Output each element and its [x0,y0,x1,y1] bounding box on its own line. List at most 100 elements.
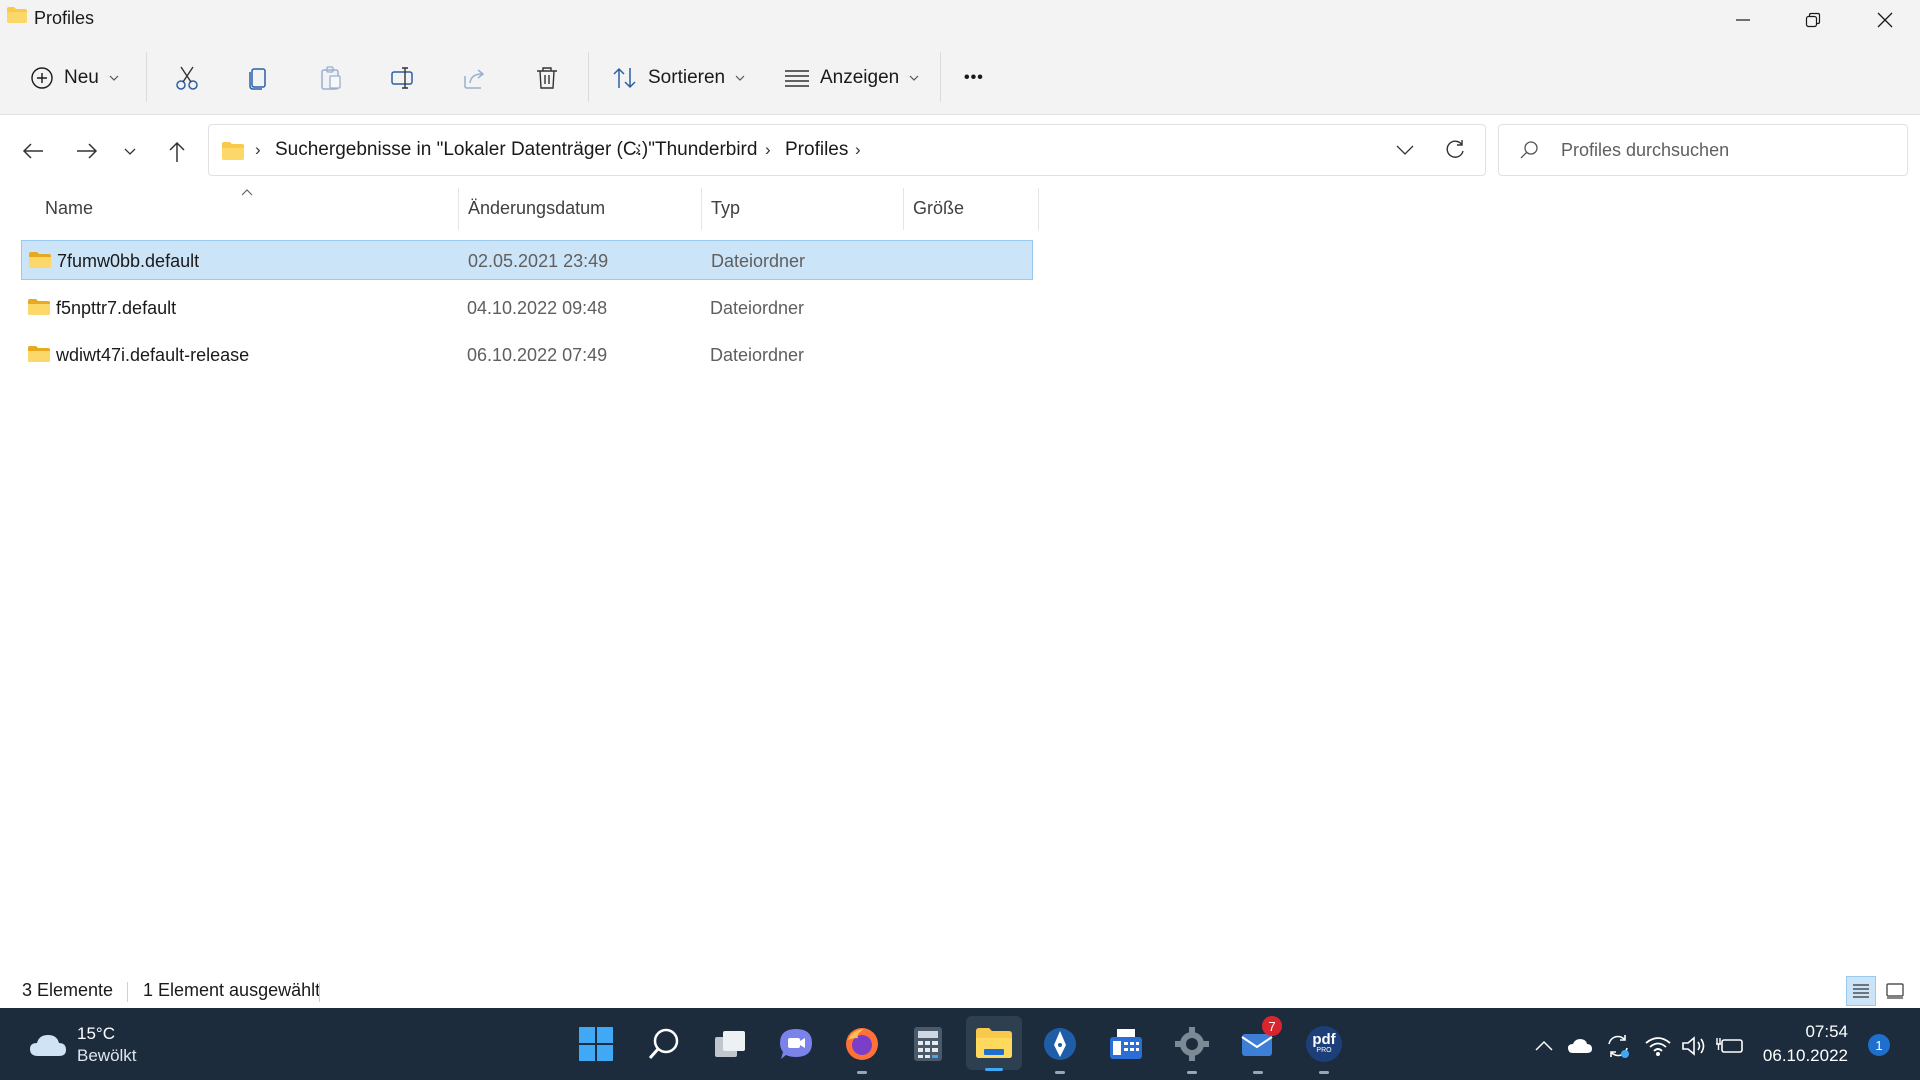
status-bar: 3 Elemente 1 Element ausgewählt [0,976,1920,1006]
pen-app-button[interactable] [1036,1020,1084,1074]
restore-button[interactable] [1778,0,1848,40]
column-divider[interactable] [903,188,904,230]
weather-widget[interactable]: 15°C Bewölkt [24,1022,154,1068]
fax-icon [1110,1029,1142,1059]
breadcrumb-item-search-results[interactable]: Suchergebnisse in "Lokaler Datenträger (… [275,125,655,175]
file-explorer-button[interactable] [966,1016,1022,1071]
file-row[interactable]: wdiwt47i.default-release 06.10.2022 07:4… [21,335,1033,375]
paste-button[interactable] [318,58,344,98]
mail-button[interactable]: 7 [1234,1016,1282,1074]
file-type: Dateiordner [710,297,805,318]
file-row[interactable]: f5npttr7.default 04.10.2022 09:48 Dateio… [21,288,1033,328]
file-row[interactable]: 7fumw0bb.default 02.05.2021 23:49 Dateio… [21,240,1033,280]
toolbar-divider [588,52,589,102]
weather-temperature: 15°C [77,1024,115,1043]
column-header-name[interactable]: Name [45,186,455,230]
clock[interactable]: 07:54 06.10.2022 [1760,1022,1848,1068]
firefox-button[interactable] [838,1020,886,1074]
new-button[interactable]: Neu [30,58,119,98]
column-divider[interactable] [1038,188,1039,230]
windows-icon [579,1027,613,1061]
more-options-button[interactable]: ••• [964,58,984,98]
sort-button[interactable]: Sortieren [612,58,745,98]
breadcrumb-item-profiles[interactable]: Profiles [785,125,848,175]
settings-button[interactable] [1168,1020,1216,1074]
recent-locations-button[interactable] [120,140,140,162]
calculator-icon [914,1027,942,1061]
preview-view-button[interactable] [1880,976,1910,1006]
pdf-pro-button[interactable]: pdf PRO [1300,1020,1348,1074]
rename-button[interactable] [390,58,416,98]
delete-button[interactable] [534,58,560,98]
taskbar-search-button[interactable] [640,1020,688,1068]
search-icon [1520,141,1538,159]
onedrive-tray-icon[interactable] [1566,1032,1594,1060]
battery-tray-icon[interactable] [1716,1032,1744,1060]
notification-badge[interactable]: 1 [1868,1034,1890,1056]
preview-view-icon [1886,983,1904,999]
show-hidden-icons-button[interactable] [1530,1032,1558,1060]
list-view-icon [785,70,809,87]
toolbar-divider [146,52,147,102]
trash-icon [537,67,557,89]
clipboard-icon [321,66,341,90]
details-view-icon [1853,984,1869,998]
battery-charging-icon [1716,1038,1743,1053]
folder-icon [28,299,50,315]
up-button[interactable] [162,137,192,167]
file-explorer-icon [976,1028,1012,1058]
calculator-button[interactable] [904,1020,952,1068]
minimize-button[interactable] [1708,0,1778,40]
view-button-label: Anzeigen [820,67,900,88]
task-view-button[interactable] [706,1020,754,1068]
wifi-tray-icon[interactable] [1644,1032,1672,1060]
fax-app-button[interactable] [1102,1020,1150,1068]
breadcrumb-separator: › [855,140,861,159]
breadcrumb-item-thunderbird[interactable]: Thunderbird [655,125,757,175]
mail-badge: 7 [1262,1016,1282,1036]
folder-icon [222,142,244,160]
close-button[interactable] [1850,0,1920,40]
selection-count: 1 Element ausgewählt [143,980,321,1000]
column-header-size[interactable]: Größe [913,186,1033,230]
search-placeholder: Profiles durchsuchen [1561,139,1730,160]
column-header-type[interactable]: Typ [711,186,901,230]
toolbar-divider [940,52,941,102]
file-date: 02.05.2021 23:49 [468,250,609,271]
refresh-icon [1446,140,1464,158]
back-button[interactable] [18,137,48,165]
item-count: 3 Elemente [22,980,114,1000]
status-divider [127,982,128,1002]
address-dropdown-button[interactable] [1391,137,1419,163]
chevron-down-icon [109,75,119,81]
search-box[interactable]: Profiles durchsuchen [1498,124,1908,176]
plus-circle-icon [31,67,53,89]
address-bar[interactable]: › Suchergebnisse in "Lokaler Datenträger… [208,124,1486,176]
command-bar: Neu Sortieren Anzeigen ••• [0,40,1920,115]
file-type: Dateiordner [710,344,805,365]
share-icon [464,69,485,89]
column-header-type-label: Typ [711,197,741,218]
pdf-pro-icon: pdf PRO [1306,1026,1342,1062]
start-button[interactable] [572,1020,620,1068]
share-button[interactable] [462,58,488,98]
refresh-button[interactable] [1441,137,1469,163]
folder-icon [7,7,27,23]
firefox-icon [846,1028,878,1060]
copy-button[interactable] [246,58,272,98]
chat-icon [780,1029,812,1059]
column-divider[interactable] [458,188,459,230]
clock-time: 07:54 [1805,1022,1848,1041]
cut-button[interactable] [174,58,200,98]
column-divider[interactable] [701,188,702,230]
wifi-icon [1645,1037,1671,1056]
sync-tray-icon[interactable] [1604,1032,1632,1060]
column-header-date[interactable]: Änderungsdatum [468,186,698,230]
teams-chat-button[interactable] [772,1020,820,1068]
sort-icon [613,67,636,89]
volume-tray-icon[interactable] [1680,1032,1708,1060]
forward-button[interactable] [72,137,102,165]
details-view-button[interactable] [1846,976,1876,1006]
taskbar: 15°C Bewölkt 7 pdf PRO 07:54 06.10.2022 … [0,1008,1920,1080]
view-button[interactable]: Anzeigen [784,58,919,98]
